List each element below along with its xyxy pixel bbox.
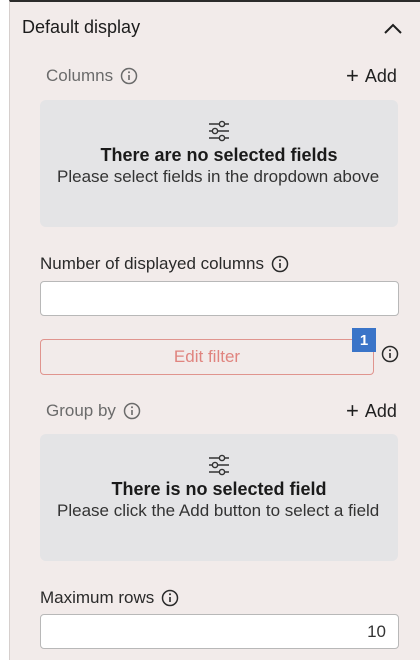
plus-icon: + [346, 62, 359, 88]
group-by-label: Group by [46, 401, 116, 420]
max-rows-label-row: Maximum rows [40, 588, 179, 608]
group-by-empty-title: There is no selected field [111, 479, 327, 499]
displayed-columns-label-row: Number of displayed columns [40, 254, 289, 274]
columns-add-button[interactable]: + Add [346, 62, 397, 88]
info-icon[interactable] [381, 345, 399, 363]
group-by-label-row: Group by [46, 401, 141, 421]
edit-filter-button[interactable]: Edit filter [40, 339, 374, 375]
columns-label: Columns [46, 66, 114, 85]
group-by-add-button[interactable]: + Add [346, 397, 397, 423]
filter-count-badge: 1 [352, 328, 376, 352]
default-display-panel: Default display Columns + Add There are … [9, 0, 420, 660]
info-icon[interactable] [271, 255, 289, 273]
group-by-empty-state: There is no selected field Please click … [40, 434, 398, 561]
collapse-button[interactable] [380, 16, 406, 42]
max-rows-label: Maximum rows [40, 588, 155, 607]
columns-label-row: Columns [46, 66, 138, 86]
max-rows-input[interactable] [40, 614, 399, 649]
sliders-icon [209, 120, 229, 142]
columns-empty-description: Please select fields in the dropdown abo… [57, 167, 380, 186]
columns-empty-state: There are no selected fields Please sele… [40, 100, 398, 227]
info-icon[interactable] [120, 67, 138, 85]
plus-icon: + [346, 397, 359, 423]
info-icon[interactable] [161, 589, 179, 607]
group-by-empty-description: Please click the Add button to select a … [57, 501, 380, 520]
chevron-up-icon [384, 23, 402, 34]
group-by-add-label: Add [364, 401, 397, 421]
columns-empty-title: There are no selected fields [100, 145, 338, 165]
edit-filter-label: Edit filter [173, 347, 241, 366]
columns-add-label: Add [364, 66, 397, 86]
displayed-columns-input[interactable] [40, 281, 399, 316]
sliders-icon [209, 454, 229, 476]
info-icon[interactable] [123, 402, 141, 420]
section-title: Default display [22, 17, 141, 37]
displayed-columns-label: Number of displayed columns [40, 254, 264, 273]
